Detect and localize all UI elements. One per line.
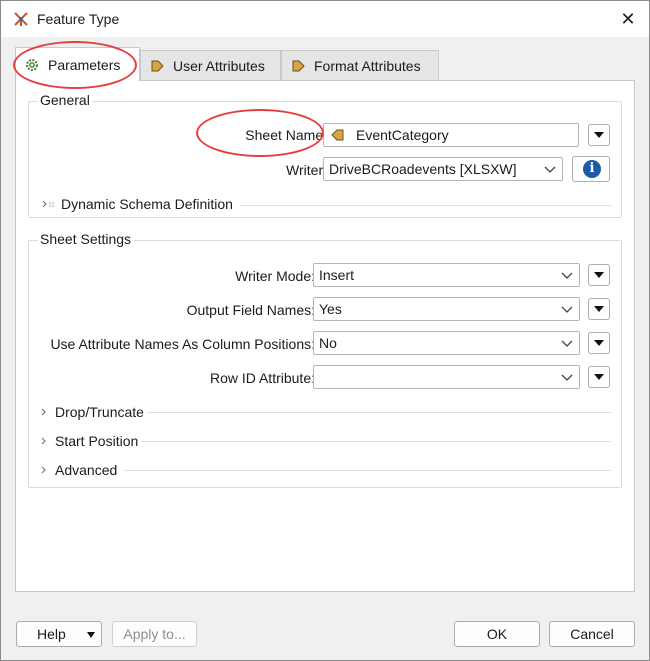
chevron-down-icon — [561, 306, 573, 313]
info-icon: i — [583, 160, 601, 178]
ok-button-label: OK — [486, 626, 508, 642]
dropdown-triangle-icon — [594, 306, 604, 312]
writer-select[interactable]: DriveBCRoadevents [XLSXW] — [323, 157, 563, 181]
ok-button[interactable]: OK — [454, 621, 540, 647]
close-button[interactable]: ✕ — [617, 9, 639, 31]
row-id-menu-button[interactable] — [588, 366, 610, 388]
divider — [239, 205, 611, 206]
dynamic-schema-section[interactable]: Dynamic Schema Definition — [39, 196, 233, 212]
expand-arrow-icon — [41, 466, 46, 474]
dynamic-schema-label: Dynamic Schema Definition — [61, 196, 233, 212]
apply-to-button-label: Apply to... — [123, 626, 186, 642]
sheet-name-field[interactable]: EventCategory — [323, 123, 579, 147]
writer-mode-label: Writer Mode: — [235, 268, 315, 284]
tab-label: User Attributes — [173, 57, 265, 74]
sheet-name-value: EventCategory — [356, 127, 449, 143]
attribute-arrow-icon — [331, 129, 344, 141]
tab-parameters[interactable]: Parameters — [15, 47, 140, 81]
close-icon: ✕ — [620, 9, 636, 29]
dropdown-triangle-icon — [594, 272, 604, 278]
chevron-down-icon — [561, 374, 573, 381]
chevron-down-icon — [561, 340, 573, 347]
general-group: General Sheet Name: EventCategory Writer… — [28, 92, 622, 218]
use-attr-names-select[interactable]: No — [313, 331, 580, 355]
divider — [147, 412, 611, 413]
help-button-label: Help — [37, 626, 66, 642]
section-label: Start Position — [55, 433, 139, 449]
general-group-title: General — [38, 92, 92, 108]
cancel-button-label: Cancel — [570, 626, 614, 642]
writer-info-button[interactable]: i — [572, 156, 610, 182]
row-id-label: Row ID Attribute: — [209, 370, 315, 386]
sheet-settings-group-title: Sheet Settings — [38, 231, 134, 247]
use-attr-names-menu-button[interactable] — [588, 332, 610, 354]
sheet-settings-group: Sheet Settings Writer Mode: Insert Outpu… — [28, 231, 622, 488]
dropdown-triangle-icon — [87, 632, 95, 638]
parameters-panel: General Sheet Name: EventCategory Writer… — [15, 80, 635, 592]
writer-mode-menu-button[interactable] — [588, 264, 610, 286]
writer-value: DriveBCRoadevents [XLSXW] — [329, 161, 517, 177]
attribute-arrow-icon — [292, 60, 305, 71]
window-title: Feature Type — [37, 11, 120, 27]
output-field-names-select[interactable]: Yes — [313, 297, 580, 321]
writer-mode-select[interactable]: Insert — [313, 263, 580, 287]
chevron-down-icon — [561, 272, 573, 279]
tab-label: Parameters — [48, 56, 121, 73]
title-bar: Feature Type ✕ — [1, 1, 649, 37]
section-drop-truncate[interactable]: Drop/Truncate — [39, 404, 144, 420]
gear-icon — [26, 58, 38, 71]
dropdown-triangle-icon — [594, 132, 604, 138]
sheet-name-menu-button[interactable] — [588, 124, 610, 146]
output-field-names-menu-button[interactable] — [588, 298, 610, 320]
sheet-name-label: Sheet Name: — [245, 127, 327, 143]
expand-arrow-icon — [41, 408, 46, 416]
writer-label: Writer: — [286, 162, 327, 178]
tab-format-attributes[interactable]: Format Attributes — [281, 50, 439, 80]
attribute-arrow-icon — [151, 60, 164, 71]
output-field-names-value: Yes — [319, 301, 342, 317]
help-button[interactable]: Help — [16, 621, 102, 647]
divider — [123, 470, 611, 471]
chevron-down-icon — [544, 166, 556, 173]
dropdown-triangle-icon — [594, 340, 604, 346]
output-field-names-label: Output Field Names: — [186, 302, 315, 318]
tab-user-attributes[interactable]: User Attributes — [140, 50, 281, 80]
section-label: Drop/Truncate — [55, 404, 144, 420]
section-advanced[interactable]: Advanced — [39, 462, 117, 478]
section-start-position[interactable]: Start Position — [39, 433, 138, 449]
tab-label: Format Attributes — [314, 57, 421, 74]
section-label: Advanced — [55, 462, 118, 478]
fme-app-icon — [14, 12, 28, 26]
use-attr-names-value: No — [319, 335, 337, 351]
cancel-button[interactable]: Cancel — [549, 621, 635, 647]
divider — [141, 441, 611, 442]
apply-to-button[interactable]: Apply to... — [112, 621, 197, 647]
expand-arrow-icon — [42, 200, 54, 208]
dropdown-triangle-icon — [594, 374, 604, 380]
feature-type-dialog: Feature Type ✕ Parameters User Attribute… — [0, 0, 650, 661]
use-attr-names-label: Use Attribute Names As Column Positions: — [50, 336, 315, 352]
row-id-select[interactable] — [313, 365, 580, 389]
writer-mode-value: Insert — [319, 267, 355, 283]
expand-arrow-icon — [41, 437, 46, 445]
